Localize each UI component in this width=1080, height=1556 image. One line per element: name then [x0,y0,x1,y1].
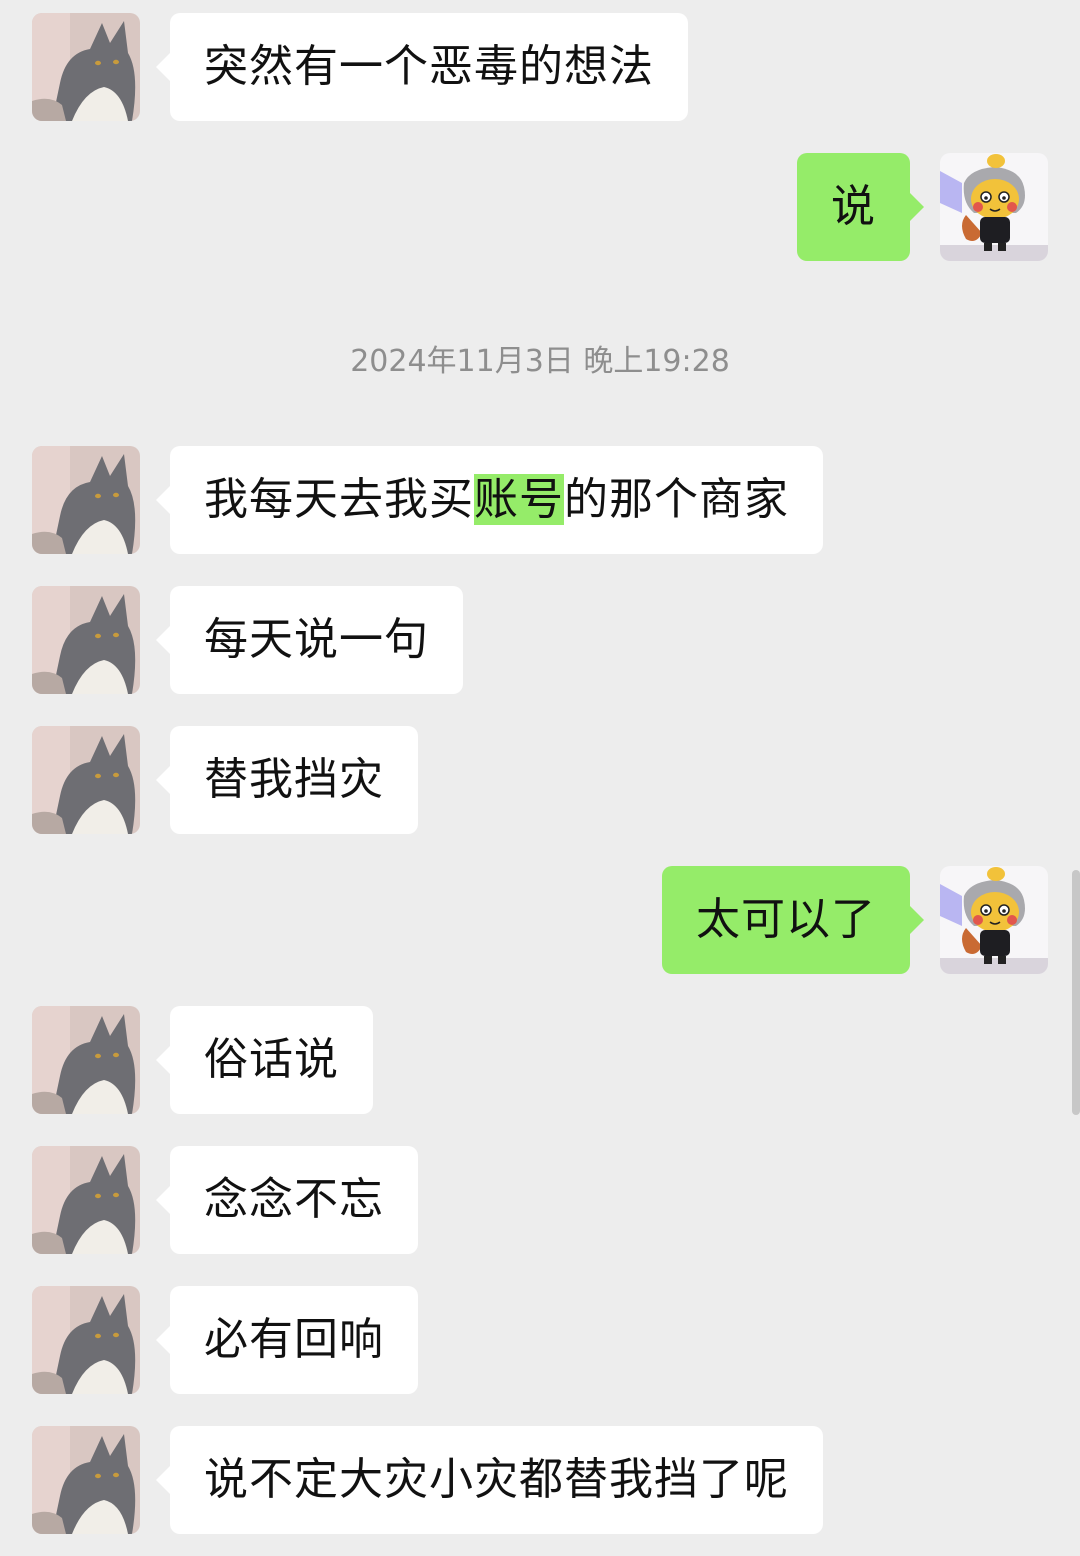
self-avatar[interactable] [940,153,1048,261]
message-row-incoming: 每天说一句 [0,586,1080,694]
message-row-outgoing: 说 [0,153,1080,261]
message-bubble[interactable]: 必有回响 [156,1286,418,1394]
cat-avatar-icon [32,13,140,121]
cat-avatar-icon [32,726,140,834]
message-text-after: 的那个商家 [564,474,789,525]
message-text: 必有回响 [204,1314,384,1365]
message-text: 太可以了 [696,894,876,945]
message-text: 说不定大灾小灾都替我挡了呢 [204,1454,789,1505]
message-row-incoming: 我每天去我买账号的那个商家 [0,446,1080,554]
message-bubble[interactable]: 说不定大灾小灾都替我挡了呢 [156,1426,823,1534]
message-row-incoming: 说不定大灾小灾都替我挡了呢 [0,1426,1080,1534]
message-text: 突然有一个恶毒的想法 [204,41,654,92]
contact-avatar[interactable] [32,726,140,834]
message-row-incoming: 替我挡灾 [0,726,1080,834]
cat-avatar-icon [32,1006,140,1114]
contact-avatar[interactable] [32,13,140,121]
message-bubble[interactable]: 俗话说 [156,1006,373,1114]
message-bubble[interactable]: 说 [797,153,924,261]
message-text: 念念不忘 [204,1174,384,1225]
message-bubble[interactable]: 我每天去我买账号的那个商家 [156,446,823,554]
contact-avatar[interactable] [32,1146,140,1254]
message-text-before: 我每天去我买 [204,474,474,525]
contact-avatar[interactable] [32,1286,140,1394]
cat-avatar-icon [32,586,140,694]
cat-avatar-icon [32,1146,140,1254]
self-avatar[interactable] [940,866,1048,974]
message-bubble[interactable]: 每天说一句 [156,586,463,694]
scrollbar[interactable] [1072,870,1080,1115]
cat-avatar-icon [32,1426,140,1534]
message-bubble[interactable]: 念念不忘 [156,1146,418,1254]
message-text: 每天说一句 [204,614,429,665]
message-bubble[interactable]: 替我挡灾 [156,726,418,834]
text-selection-highlight[interactable]: 账号 [474,474,564,525]
message-text: 说 [831,181,876,232]
contact-avatar[interactable] [32,1426,140,1534]
chat-timestamp: 2024年11月3日 晚上19:28 [350,344,730,379]
cat-avatar-icon [32,446,140,554]
message-text: 俗话说 [204,1034,339,1085]
message-bubble[interactable]: 太可以了 [662,866,924,974]
contact-avatar[interactable] [32,586,140,694]
message-row-incoming: 必有回响 [0,1286,1080,1394]
message-row-incoming: 俗话说 [0,1006,1080,1114]
message-row-incoming: 念念不忘 [0,1146,1080,1254]
message-row-incoming: 突然有一个恶毒的想法 [0,13,1080,121]
message-bubble[interactable]: 突然有一个恶毒的想法 [156,13,688,121]
cartoon-avatar-icon [940,153,1048,261]
message-row-outgoing: 太可以了 [0,866,1080,974]
chat-area[interactable]: 突然有一个恶毒的想法 说 2024年11月3日 晚上19:28 我每天去我买账号… [0,0,1080,1556]
contact-avatar[interactable] [32,446,140,554]
contact-avatar[interactable] [32,1006,140,1114]
cat-avatar-icon [32,1286,140,1394]
cartoon-avatar-icon [940,866,1048,974]
message-text: 替我挡灾 [204,754,384,805]
